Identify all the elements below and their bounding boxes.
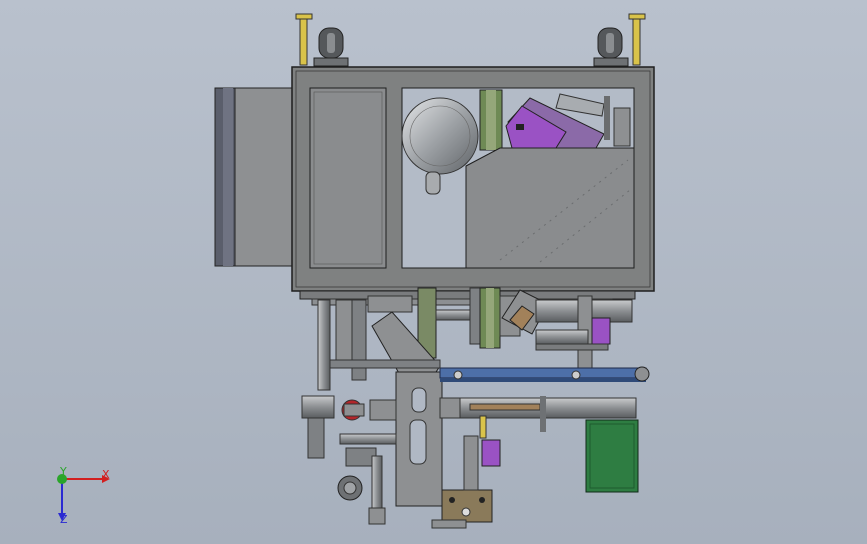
- triad-x-label: X: [102, 468, 110, 481]
- inner-hopper-plate: [465, 147, 635, 269]
- machine-assembly-model[interactable]: [0, 0, 867, 544]
- side-cabinet: [214, 87, 294, 267]
- gripper-assembly: [301, 395, 397, 525]
- triad-z-label: Z: [60, 513, 68, 526]
- small-actuator: [463, 415, 501, 491]
- caster-wheel-left: [313, 27, 349, 67]
- coordinate-triad: [57, 474, 110, 521]
- triad-y-label: Y: [60, 465, 67, 478]
- linear-rail: [479, 89, 503, 151]
- control-box-green: [585, 419, 639, 493]
- leveling-foot-right: [628, 13, 646, 66]
- conveyor-rail: [329, 359, 650, 382]
- caster-wheel-right: [593, 27, 629, 67]
- leveling-foot-left: [295, 13, 313, 66]
- cad-viewport[interactable]: X Y Z: [0, 0, 867, 544]
